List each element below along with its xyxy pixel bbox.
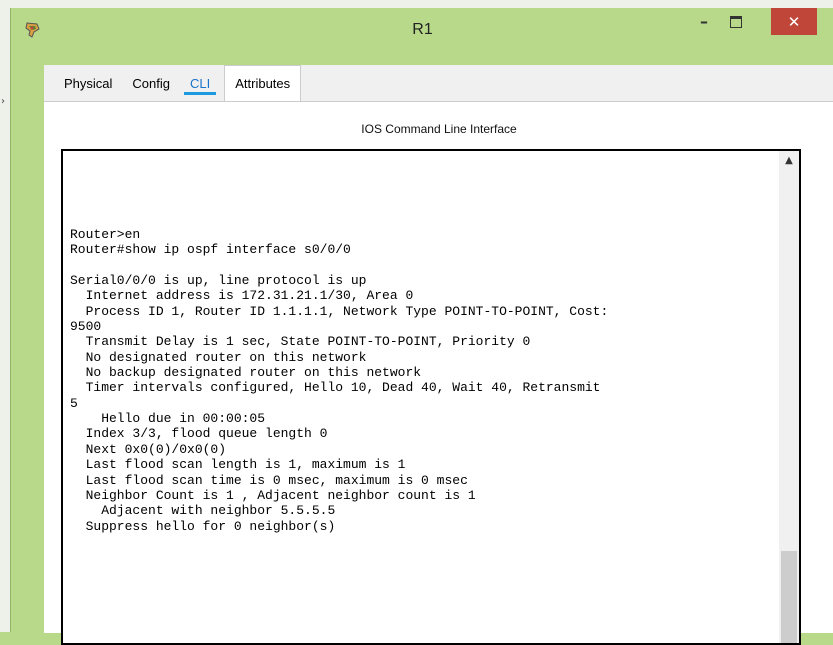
minimize-icon: – <box>700 12 708 31</box>
cli-terminal[interactable]: Router>en Router#show ip ospf interface … <box>61 149 801 645</box>
scroll-up-icon[interactable]: ▲ <box>779 155 799 169</box>
background-text-fragment: › <box>1 96 5 107</box>
minimize-button[interactable]: – <box>691 8 717 35</box>
terminal-scrollbar[interactable]: ▲ <box>779 151 799 643</box>
scroll-thumb[interactable] <box>781 551 797 643</box>
tab-attributes[interactable]: Attributes <box>224 65 302 101</box>
close-button[interactable]: ✕ <box>771 8 817 35</box>
tab-physical[interactable]: Physical <box>54 65 122 101</box>
maximize-button[interactable] <box>723 8 749 35</box>
cli-heading: IOS Command Line Interface <box>361 122 517 136</box>
background-window-edge: › <box>0 12 10 632</box>
router-window: R1 – ✕ Physical Config CLI Attributes IO… <box>10 8 833 645</box>
tab-bar: Physical Config CLI Attributes <box>54 65 302 101</box>
tab-cli[interactable]: CLI <box>180 65 220 101</box>
tab-config[interactable]: Config <box>122 65 180 101</box>
close-icon: ✕ <box>787 12 801 31</box>
terminal-output[interactable]: Router>en Router#show ip ospf interface … <box>70 227 770 534</box>
maximize-icon <box>730 15 742 28</box>
cli-tab-body: IOS Command Line Interface Router>en Rou… <box>44 101 833 645</box>
device-panel: Physical Config CLI Attributes IOS Comma… <box>44 65 833 645</box>
title-bar[interactable]: R1 – ✕ <box>11 8 833 54</box>
